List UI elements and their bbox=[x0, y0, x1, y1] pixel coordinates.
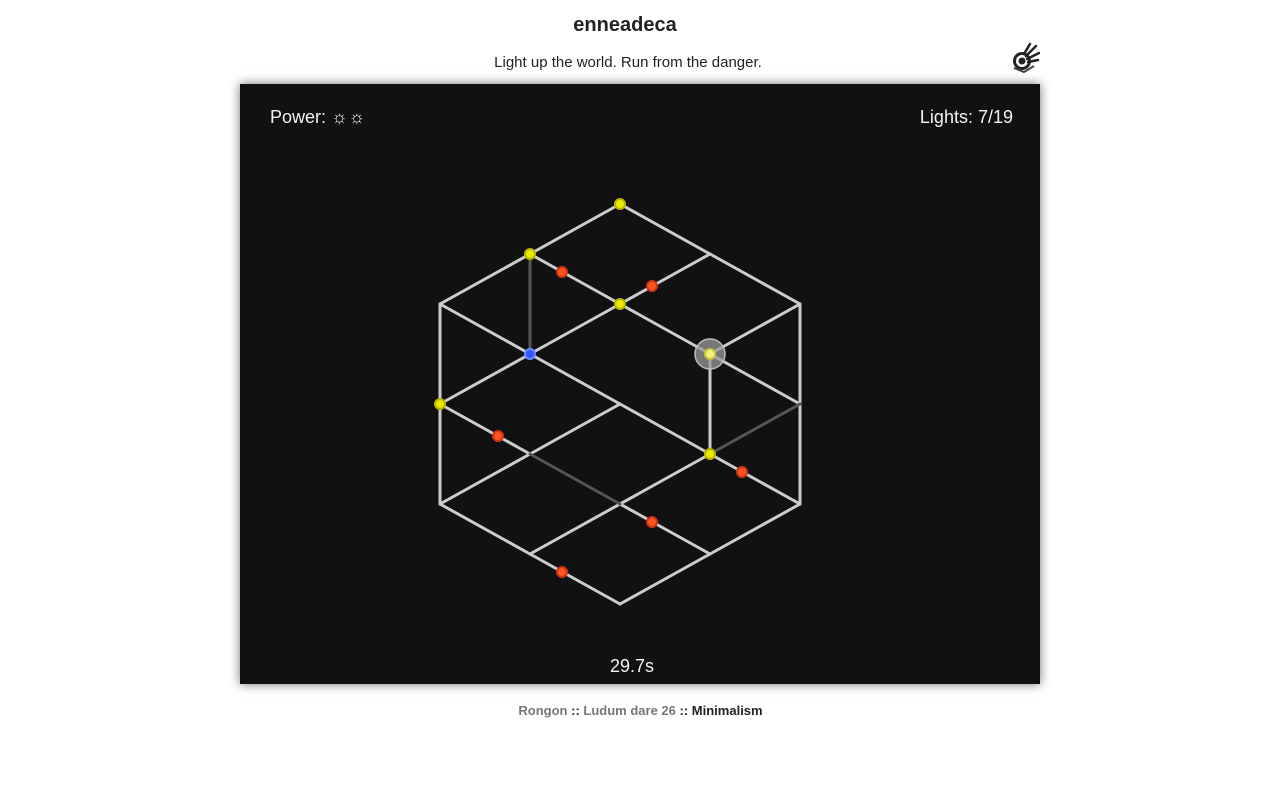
danger-node bbox=[492, 430, 504, 442]
footer: Rongon :: Ludum dare 26 :: Minimalism bbox=[0, 703, 1280, 718]
game-canvas[interactable]: Power: ☼☼ Lights: 7/19 29.7s bbox=[240, 84, 1040, 684]
player-node[interactable] bbox=[524, 348, 536, 360]
hex-board[interactable] bbox=[240, 84, 1040, 684]
event-link[interactable]: Ludum dare 26 bbox=[583, 703, 675, 718]
board-edges bbox=[438, 202, 802, 606]
edge bbox=[528, 352, 622, 406]
danger-node bbox=[646, 516, 658, 528]
edge bbox=[528, 202, 622, 256]
edge bbox=[618, 552, 712, 606]
danger-node bbox=[646, 280, 658, 292]
edge bbox=[528, 552, 622, 606]
edge bbox=[438, 502, 532, 556]
light-node bbox=[524, 248, 536, 260]
dim-edge bbox=[708, 402, 802, 456]
edge bbox=[438, 452, 532, 506]
dim-edges bbox=[528, 252, 802, 506]
edge bbox=[708, 452, 802, 506]
edge bbox=[438, 402, 532, 456]
edge bbox=[528, 402, 622, 456]
edge bbox=[528, 252, 622, 306]
light-node bbox=[704, 448, 716, 460]
light-node bbox=[614, 298, 626, 310]
game-title: enneadeca bbox=[573, 14, 677, 36]
danger-node bbox=[556, 266, 568, 278]
edge bbox=[438, 302, 532, 356]
game-subtitle: Light up the world. Run from the danger. bbox=[494, 54, 762, 71]
edge bbox=[438, 252, 532, 306]
danger-node bbox=[736, 466, 748, 478]
author-link[interactable]: Rongon bbox=[518, 703, 567, 718]
edge bbox=[618, 402, 712, 456]
edge bbox=[618, 502, 712, 556]
edge bbox=[708, 502, 802, 556]
edge bbox=[618, 202, 712, 256]
footer-separator: :: bbox=[679, 703, 689, 718]
hand-light-icon[interactable] bbox=[1008, 42, 1040, 74]
edge bbox=[618, 252, 712, 306]
light-node bbox=[614, 198, 626, 210]
danger-node bbox=[556, 566, 568, 578]
edge bbox=[708, 252, 802, 306]
timer: 29.7s bbox=[609, 656, 655, 676]
edge bbox=[438, 352, 532, 406]
footer-separator: :: bbox=[571, 703, 580, 718]
light-node bbox=[704, 348, 716, 360]
edge bbox=[528, 502, 622, 556]
dim-edge bbox=[528, 452, 622, 506]
edge bbox=[618, 452, 712, 506]
edge bbox=[528, 302, 622, 356]
light-node bbox=[434, 398, 446, 410]
theme-label: Minimalism bbox=[691, 703, 763, 718]
